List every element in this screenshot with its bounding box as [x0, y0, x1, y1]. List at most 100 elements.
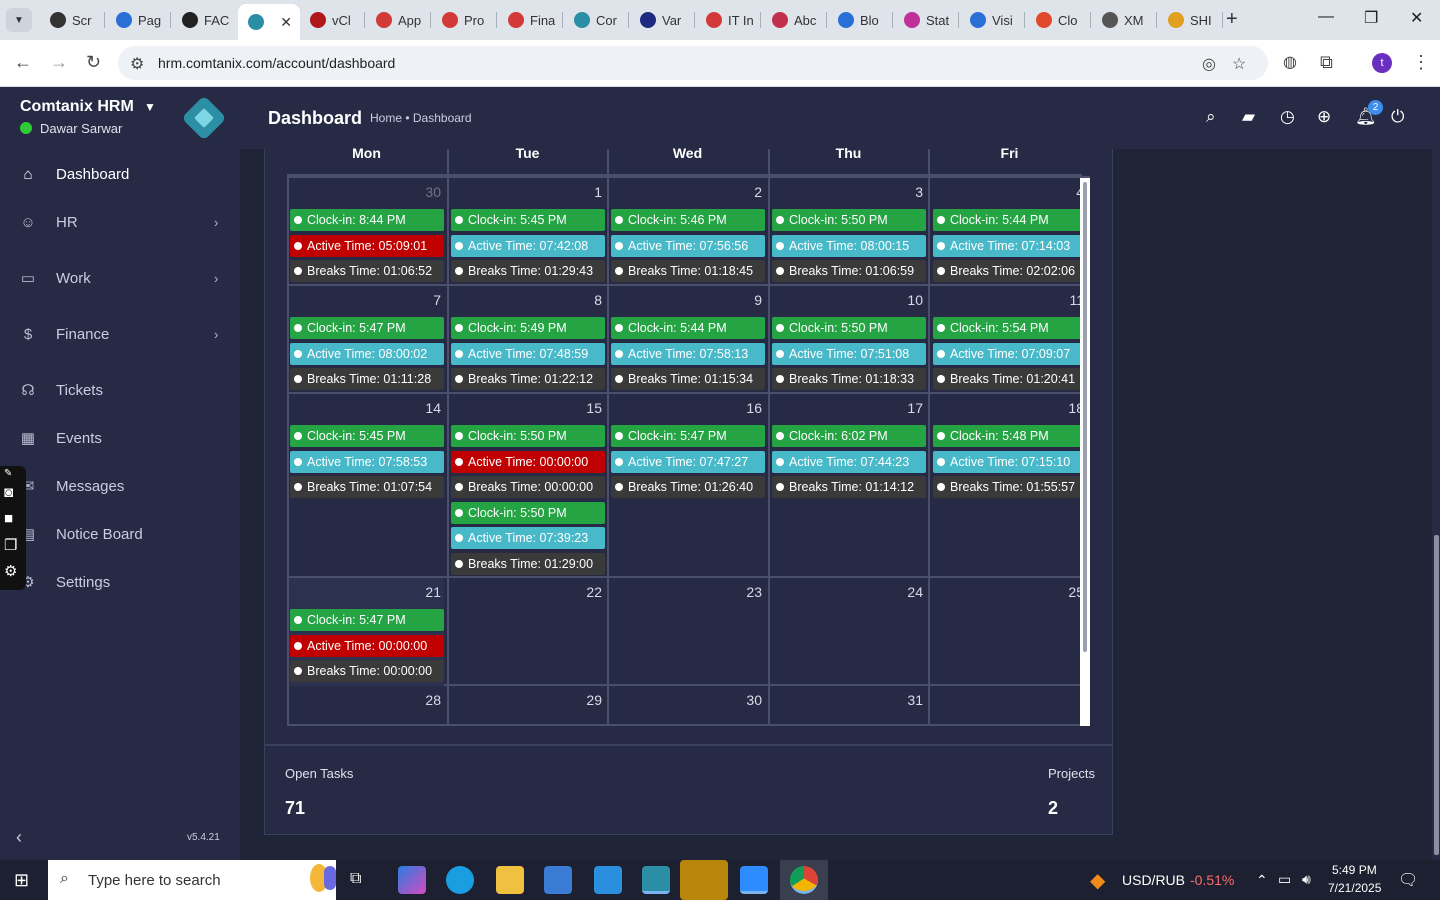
open-tasks-value[interactable]: 71 — [285, 798, 305, 819]
active-time-event[interactable]: Active Time: 07:47:27 — [611, 450, 765, 473]
task-view-icon[interactable]: ⧉ — [350, 870, 361, 888]
browser-tab[interactable]: Blo — [828, 6, 894, 34]
breaks-time-event[interactable]: Breaks Time: 01:11:28 — [290, 368, 444, 391]
back-icon[interactable]: ← — [14, 52, 32, 73]
breaks-time-event[interactable]: Breaks Time: 01:55:57 — [933, 476, 1087, 499]
breaks-time-event[interactable]: Breaks Time: 01:18:45 — [611, 260, 765, 283]
active-time-event[interactable]: Active Time: 07:39:23 — [451, 527, 605, 550]
breaks-time-event[interactable]: Breaks Time: 01:29:00 — [451, 553, 605, 575]
windows-start-icon[interactable]: ⊞ — [14, 870, 29, 891]
active-time-event[interactable]: Active Time: 07:58:13 — [611, 342, 765, 365]
browser-tab[interactable]: Pro — [432, 6, 498, 34]
chrome-icon[interactable] — [790, 866, 818, 894]
sticky-notes-app-icon[interactable] — [680, 860, 728, 900]
browser-tab[interactable]: Pag — [106, 6, 172, 34]
breaks-time-event[interactable]: Breaks Time: 00:00:00 — [290, 660, 444, 683]
browser-tab[interactable]: Abc — [762, 6, 828, 34]
file-explorer-icon[interactable] — [496, 866, 524, 894]
breaks-time-event[interactable]: Breaks Time: 01:18:33 — [772, 368, 926, 391]
browser-tab[interactable]: App — [366, 6, 432, 34]
new-tab-button[interactable]: + — [1226, 8, 1238, 31]
browser-tab[interactable]: Visi — [960, 6, 1026, 34]
calendar-day-cell[interactable]: 9 Clock-in: 5:44 PM Active Time: 07:58:13 B… — [610, 286, 765, 394]
calendar-day-cell[interactable]: 24 — [771, 578, 926, 686]
breaks-time-event[interactable]: Breaks Time: 00:00:00 — [451, 476, 605, 499]
sticky-note-icon[interactable]: ▰ — [1242, 107, 1255, 127]
calendar-day-cell[interactable]: 1 Clock-in: 5:45 PM Active Time: 07:42:08 B… — [450, 178, 605, 286]
calendar-day-cell[interactable]: 29 — [450, 686, 605, 726]
breaks-time-event[interactable]: Breaks Time: 01:20:41 — [933, 368, 1087, 391]
calendar-day-cell[interactable]: 10 Clock-in: 5:50 PM Active Time: 07:51:08… — [771, 286, 926, 394]
active-time-event[interactable]: Active Time: 07:48:59 — [451, 342, 605, 365]
camera-icon[interactable]: ◙ — [4, 484, 13, 501]
calendar-day-cell[interactable] — [932, 686, 1087, 726]
calendar-day-cell[interactable]: 25 — [932, 578, 1087, 686]
eye-off-icon[interactable]: ◎ — [1202, 54, 1216, 74]
clock-in-event[interactable]: Clock-in: 5:47 PM — [290, 317, 444, 339]
clock-in-event[interactable]: Clock-in: 5:48 PM — [933, 425, 1087, 447]
copilot-icon[interactable] — [398, 866, 426, 894]
calendar-day-cell[interactable]: 21 Clock-in: 5:47 PM Active Time: 00:00:00… — [289, 578, 444, 686]
close-window-icon[interactable]: ✕ — [1410, 8, 1423, 28]
power-icon[interactable]: ⏻ — [1391, 107, 1404, 127]
calendar-day-cell[interactable]: 18 Clock-in: 5:48 PM Active Time: 07:15:10… — [932, 394, 1087, 578]
edge-icon[interactable] — [446, 866, 474, 894]
active-time-event[interactable]: Active Time: 00:00:00 — [290, 634, 444, 657]
browser-tab[interactable]: Cor — [564, 6, 630, 34]
breaks-time-event[interactable]: Breaks Time: 01:14:12 — [772, 476, 926, 499]
active-time-event[interactable]: Active Time: 07:42:08 — [451, 234, 605, 257]
forward-icon[interactable]: → — [50, 52, 68, 73]
calendar-day-cell[interactable]: 7 Clock-in: 5:47 PM Active Time: 08:00:02 B… — [289, 286, 444, 394]
calendar-day-cell[interactable]: 22 — [450, 578, 605, 686]
breaks-time-event[interactable]: Breaks Time: 01:26:40 — [611, 476, 765, 499]
calendar-day-cell[interactable]: 14 Clock-in: 5:45 PM Active Time: 07:58:53… — [289, 394, 444, 578]
active-time-event[interactable]: Active Time: 07:51:08 — [772, 342, 926, 365]
calendar-day-cell[interactable]: 3 Clock-in: 5:50 PM Active Time: 08:00:15 B… — [771, 178, 926, 286]
restore-icon[interactable]: ❐ — [1364, 8, 1378, 28]
volume-icon[interactable]: 🔊︎ — [1302, 871, 1311, 888]
breaks-time-event[interactable]: Breaks Time: 01:22:12 — [451, 368, 605, 391]
collapse-sidebar-icon[interactable]: ‹ — [16, 827, 22, 848]
clock-in-event[interactable]: Clock-in: 5:47 PM — [611, 425, 765, 447]
browser-tab[interactable]: Var — [630, 6, 696, 34]
browser-tab[interactable]: Clo — [1026, 6, 1092, 34]
calendar-day-cell[interactable]: 2 Clock-in: 5:46 PM Active Time: 07:56:56 B… — [610, 178, 765, 286]
calendar-day-cell[interactable]: 15 Clock-in: 5:50 PM Active Time: 00:00:00… — [450, 394, 605, 578]
clock-in-event[interactable]: Clock-in: 6:02 PM — [772, 425, 926, 447]
sidebar-item-tickets[interactable]: ☊ Tickets — [0, 370, 240, 410]
translate-icon[interactable]: ◍ — [1283, 52, 1297, 72]
sidebar-item-dashboard[interactable]: ⌂ Dashboard — [0, 154, 240, 194]
clock-in-event[interactable]: Clock-in: 5:50 PM — [451, 425, 605, 447]
clock-icon[interactable]: ◷ — [1280, 107, 1295, 127]
url-field[interactable]: ⚙ hrm.comtanix.com/account/dashboard ◎ ☆ — [118, 46, 1268, 80]
browser-tab[interactable]: IT In — [696, 6, 762, 34]
sidebar-item-settings[interactable]: ⚙ Settings — [0, 562, 240, 602]
breaks-time-event[interactable]: Breaks Time: 02:02:06 — [933, 260, 1087, 283]
clock-in-event[interactable]: Clock-in: 5:45 PM — [290, 425, 444, 447]
bookmark-star-icon[interactable]: ☆ — [1232, 54, 1246, 74]
brand-name[interactable]: Comtanix HRM — [20, 98, 134, 116]
breaks-time-event[interactable]: Breaks Time: 01:06:59 — [772, 260, 926, 283]
chevron-down-icon[interactable]: ▼ — [144, 100, 156, 114]
comtanix-app-icon[interactable] — [642, 866, 670, 894]
calendar-day-cell[interactable]: 23 — [610, 578, 765, 686]
clock-in-event[interactable]: Clock-in: 5:49 PM — [451, 317, 605, 339]
browser-tab[interactable]: FAC — [172, 6, 238, 34]
calendar-day-cell[interactable]: 4 Clock-in: 5:44 PM Active Time: 07:14:03 B… — [932, 178, 1087, 286]
settings-tool-icon[interactable]: ⚙ — [4, 562, 17, 580]
extensions-icon[interactable]: ⧉ — [1320, 52, 1333, 73]
clock-in-event[interactable]: Clock-in: 5:54 PM — [933, 317, 1087, 339]
active-time-event[interactable]: Active Time: 07:09:07 — [933, 342, 1087, 365]
url-text[interactable]: hrm.comtanix.com/account/dashboard — [158, 55, 395, 71]
add-icon[interactable]: ⊕ — [1317, 107, 1331, 127]
zoom-icon[interactable] — [740, 866, 768, 894]
ticker-label[interactable]: USD/RUB — [1122, 872, 1185, 888]
store-icon[interactable] — [544, 866, 572, 894]
clock-in-event[interactable]: Clock-in: 5:47 PM — [290, 609, 444, 631]
profile-avatar[interactable]: t — [1372, 53, 1392, 73]
browser-tab[interactable]: XM — [1092, 6, 1158, 34]
notifications-center-icon[interactable]: 🗨︎ — [1398, 870, 1418, 890]
active-time-event[interactable]: Active Time: 07:56:56 — [611, 234, 765, 257]
page-scrollbar-thumb[interactable] — [1434, 535, 1439, 855]
active-time-event[interactable]: Active Time: 08:00:15 — [772, 234, 926, 257]
